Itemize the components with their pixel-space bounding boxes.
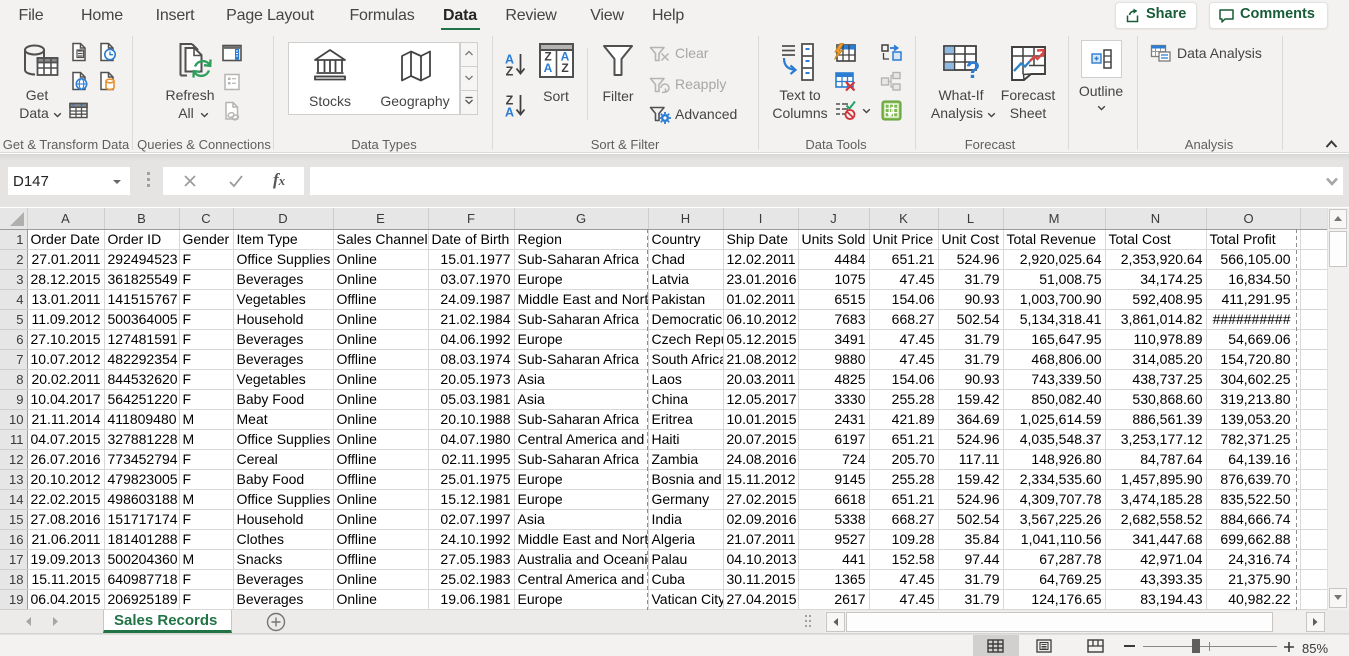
svg-text:?: ? bbox=[966, 57, 981, 82]
svg-text:A: A bbox=[505, 106, 514, 118]
svg-text:Z: Z bbox=[561, 61, 568, 75]
svg-text:Z: Z bbox=[506, 65, 514, 77]
svg-text:A: A bbox=[544, 61, 553, 75]
